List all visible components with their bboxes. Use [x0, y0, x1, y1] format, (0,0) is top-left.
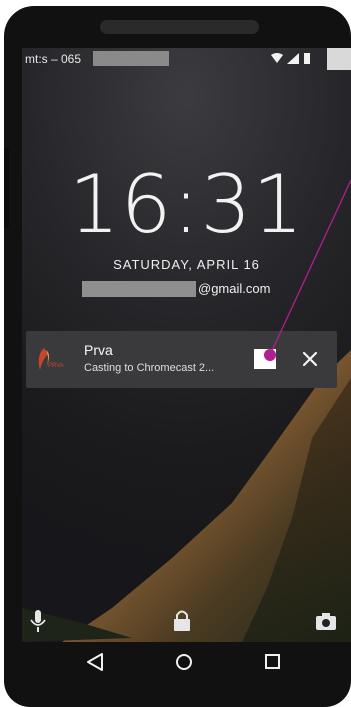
- close-icon[interactable]: [298, 347, 322, 371]
- status-icons: [271, 53, 310, 64]
- lock-screen: mt:s – 065 16:31 SATURDAY, APRIL 16 @gma…: [22, 48, 351, 642]
- notification-title: Prva: [84, 342, 113, 358]
- cast-notification[interactable]: PRVA Prva Casting to Chromecast 2...: [26, 331, 337, 388]
- home-icon: [176, 654, 192, 670]
- speaker-grille: [100, 20, 259, 34]
- prva-logo-text: PRVA: [48, 363, 64, 369]
- redacted-email: [82, 281, 196, 297]
- battery-icon: [304, 53, 310, 64]
- status-bar: mt:s – 065: [22, 48, 351, 72]
- email-suffix: @gmail.com: [198, 281, 271, 296]
- wifi-icon: [271, 53, 283, 63]
- bottom-shortcuts: [30, 610, 336, 632]
- prva-app-icon: PRVA: [38, 348, 64, 370]
- camera-icon: [316, 613, 336, 630]
- power-button: [4, 148, 9, 228]
- recents-icon: [265, 654, 280, 669]
- microphone-icon: [30, 610, 46, 632]
- lockscreen-clock: 16:31: [68, 158, 305, 251]
- redacted-block-right: [327, 48, 351, 70]
- redacted-block: [93, 51, 169, 66]
- signal-icon: [287, 53, 299, 64]
- notification-text: Casting to Chromecast 2...: [84, 362, 215, 374]
- lockscreen-date: SATURDAY, APRIL 16: [113, 257, 260, 272]
- carrier-label: mt:s – 065: [25, 52, 82, 66]
- back-icon: [87, 653, 103, 671]
- lock-icon: [174, 610, 190, 631]
- navigation-bar: [87, 653, 280, 671]
- stop-cast-button[interactable]: [254, 349, 276, 369]
